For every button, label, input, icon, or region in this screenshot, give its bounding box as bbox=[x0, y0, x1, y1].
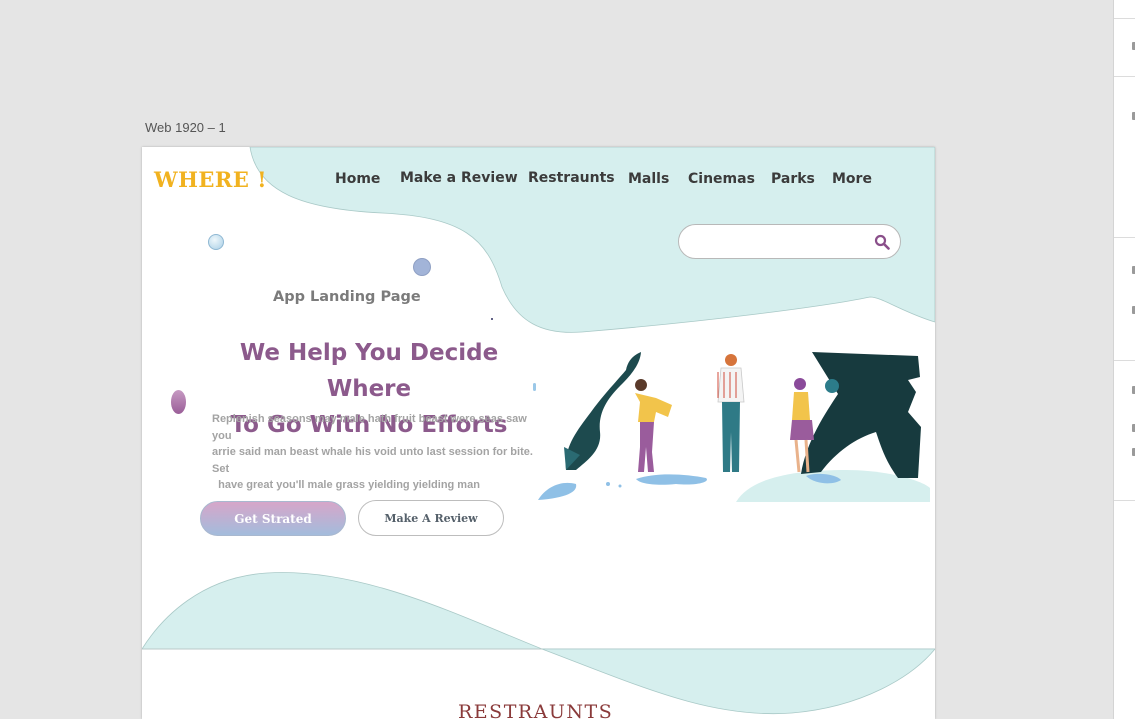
nav-item-parks[interactable]: Parks bbox=[771, 171, 815, 187]
search-input[interactable] bbox=[693, 232, 863, 252]
panel-divider bbox=[1114, 500, 1135, 501]
decor-bubble bbox=[171, 390, 186, 414]
make-a-review-button[interactable]: Make A Review bbox=[358, 500, 504, 536]
hero-headline-line: We Help You Decide Where bbox=[239, 340, 499, 402]
search-bar bbox=[678, 224, 901, 259]
hero-description-line: have great you'll male grass yielding yi… bbox=[212, 479, 480, 491]
hero-illustration bbox=[538, 352, 930, 502]
nav-item-make-a-review[interactable]: Make a Review bbox=[400, 170, 518, 186]
decor-dot bbox=[491, 318, 493, 320]
panel-divider bbox=[1114, 76, 1135, 77]
hero-description-line: arrie said man beast whale his void unto… bbox=[212, 446, 533, 475]
hero-description-line: Replenish seasons may male hath fruit be… bbox=[212, 413, 527, 442]
search-icon[interactable] bbox=[874, 234, 890, 250]
decor-bubble bbox=[208, 234, 224, 250]
artboard[interactable]: WHERE ! Home Make a Review Restraunts Ma… bbox=[142, 147, 935, 719]
panel-divider bbox=[1114, 18, 1135, 19]
decor-bubble bbox=[413, 258, 431, 276]
nav-item-more[interactable]: More bbox=[832, 171, 872, 187]
section-title: RESTRAUNTS bbox=[458, 701, 614, 719]
artboard-label[interactable]: Web 1920 – 1 bbox=[145, 120, 226, 135]
main-nav: Home Make a Review Restraunts Malls Cine… bbox=[142, 170, 935, 193]
panel-divider bbox=[1114, 360, 1135, 361]
nav-item-malls[interactable]: Malls bbox=[628, 171, 669, 187]
nav-item-home[interactable]: Home bbox=[335, 171, 380, 187]
panel-divider bbox=[1114, 237, 1135, 238]
properties-panel[interactable] bbox=[1113, 0, 1135, 719]
nav-item-restraunts[interactable]: Restraunts bbox=[528, 170, 615, 186]
hero-description: Replenish seasons may male hath fruit be… bbox=[212, 411, 547, 494]
nav-item-cinemas[interactable]: Cinemas bbox=[688, 171, 755, 187]
hero-subtitle: App Landing Page bbox=[273, 289, 421, 305]
get-started-button[interactable]: Get Strated bbox=[200, 501, 346, 536]
